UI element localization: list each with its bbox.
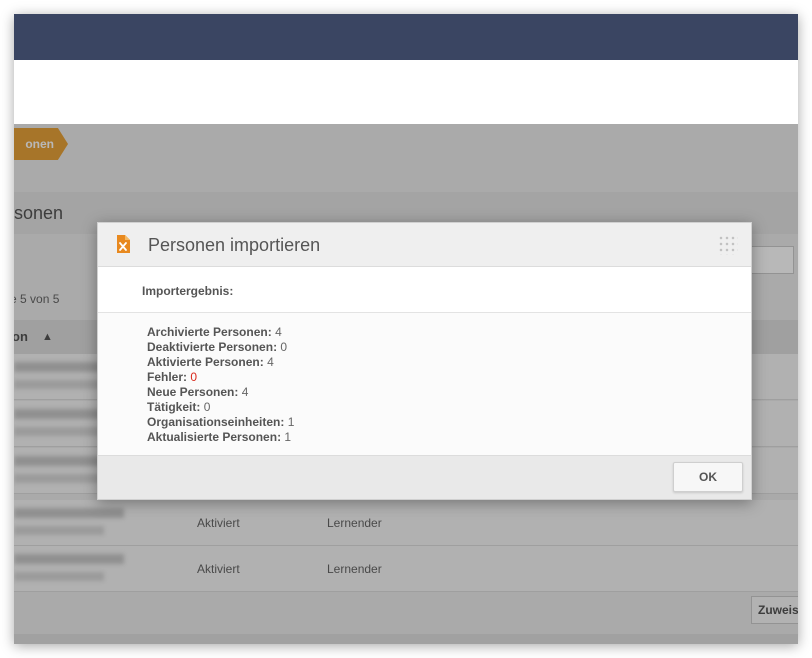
result-updated: Aktualisierte Personen: 1 <box>147 430 292 444</box>
import-persons-dialog: Personen importieren Importergebnis: Arc… <box>97 222 752 500</box>
result-archived: Archivierte Personen: 4 <box>147 325 282 339</box>
result-new: Neue Personen: 4 <box>147 385 249 399</box>
dialog-subheader: Importergebnis: <box>98 267 751 313</box>
sub-header <box>14 60 798 124</box>
ok-button[interactable]: OK <box>673 462 743 492</box>
dialog-header[interactable]: Personen importieren <box>98 223 751 267</box>
top-navigation-bar <box>14 14 798 60</box>
import-result-body: Archivierte Personen: 4 Deaktivierte Per… <box>98 313 751 455</box>
import-result-label: Importergebnis: <box>142 284 234 298</box>
result-errors: Fehler: 0 <box>147 370 198 384</box>
excel-file-icon <box>117 235 130 253</box>
drag-handle-icon[interactable] <box>718 235 738 255</box>
import-result-list: Archivierte Personen: 4 Deaktivierte Per… <box>147 325 294 445</box>
dialog-title: Personen importieren <box>148 235 321 255</box>
result-deactivated: Deaktivierte Personen: 0 <box>147 340 288 354</box>
result-activated: Aktivierte Personen: 4 <box>147 355 274 369</box>
result-activity: Tätigkeit: 0 <box>147 400 211 414</box>
result-org-units: Organisationseinheiten: 1 <box>147 415 295 429</box>
error-count: 0 <box>190 370 198 384</box>
dialog-footer: OK <box>98 455 751 499</box>
